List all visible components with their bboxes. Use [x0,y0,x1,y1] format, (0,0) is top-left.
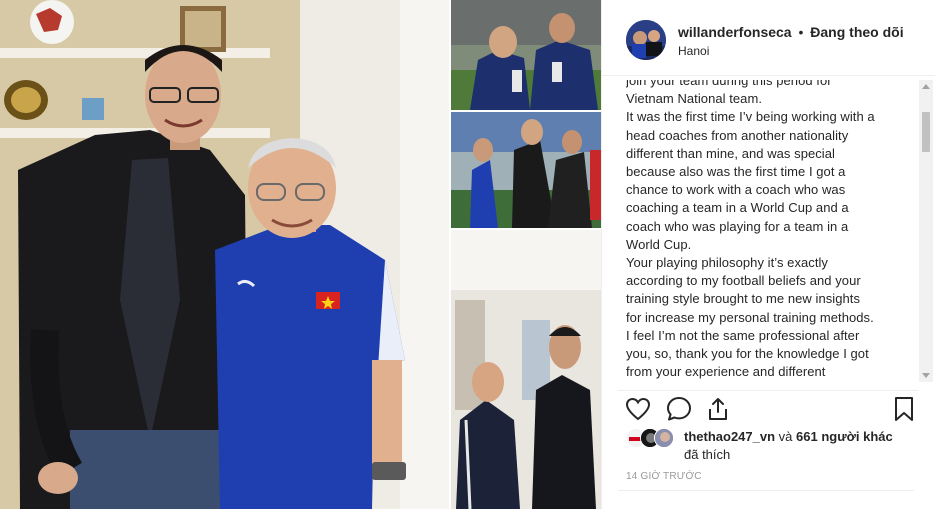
liker-username-link[interactable]: thethao247_vn [684,429,775,444]
caption-line: It was the first time I’v being working … [626,109,875,125]
separator-dot: • [798,24,804,40]
scroll-up-arrow-icon[interactable] [922,84,930,89]
share-icon[interactable] [704,395,732,423]
likes-connector: và [778,429,793,444]
post-media[interactable] [0,0,601,509]
caption-line: Vietnam National team. [626,91,762,107]
post-caption: join your team during this period for Vie… [626,80,901,381]
caption-line: chance to work with a coach who was [626,182,846,198]
caption-line: coach who was playing for a team in a [626,218,849,234]
caption-line: for increase my personal training method… [626,309,874,325]
photo-collage [0,0,601,509]
avatar-image [626,20,666,60]
user-line: willanderfonseca • Đang theo dõi [678,24,904,40]
post-panel: willanderfonseca • Đang theo dõi Hanoi j… [601,0,935,509]
caption-line: different than mine, and was special [626,145,835,161]
post-timestamp[interactable]: 14 GIỜ TRƯỚC [626,471,702,482]
following-button[interactable]: Đang theo dõi [810,24,903,40]
heart-icon[interactable] [624,395,652,423]
caption-line: Your playing philosophy it’s exactly [626,255,828,271]
caption-line: World Cup. [626,236,692,252]
caption-line: training style brought to me new insight… [626,291,861,307]
caption-line: coaching a team in a World Cup and a [626,200,849,216]
post-header: willanderfonseca • Đang theo dõi Hanoi [602,0,935,76]
divider [618,490,914,491]
caption-line: head coaches from another nationality [626,127,849,143]
caption-line: you, so, thank you for the knowledge I g… [626,346,869,362]
caption-line: from your experience and different [626,364,826,380]
caption-line: because also was the first time I got a [626,164,846,180]
scrollbar-thumb[interactable] [922,112,930,152]
caption-scrollbar[interactable] [919,80,933,382]
likes-summary: thethao247_vn và 661 người khác đã thích [626,428,926,468]
liker-avatar [654,428,674,448]
likes-suffix: đã thích [684,447,731,462]
username-link[interactable]: willanderfonseca [678,24,792,40]
scroll-down-arrow-icon[interactable] [922,373,930,378]
others-likes-link[interactable]: 661 người khác [796,429,893,444]
avatar[interactable] [626,20,666,60]
location-link[interactable]: Hanoi [678,44,709,58]
action-bar [618,390,918,424]
caption-line: according to my football beliefs and you… [626,273,861,289]
caption-line: join your team during this period for [626,80,832,88]
likes-text: thethao247_vn và 661 người khác đã thích [684,428,924,464]
liker-avatars[interactable] [626,428,682,450]
caption-scroll-area[interactable]: join your team during this period for Vie… [626,80,913,382]
comment-icon[interactable] [665,395,693,423]
bookmark-icon[interactable] [890,395,918,423]
caption-line: I feel I’m not the same professional aft… [626,327,860,343]
